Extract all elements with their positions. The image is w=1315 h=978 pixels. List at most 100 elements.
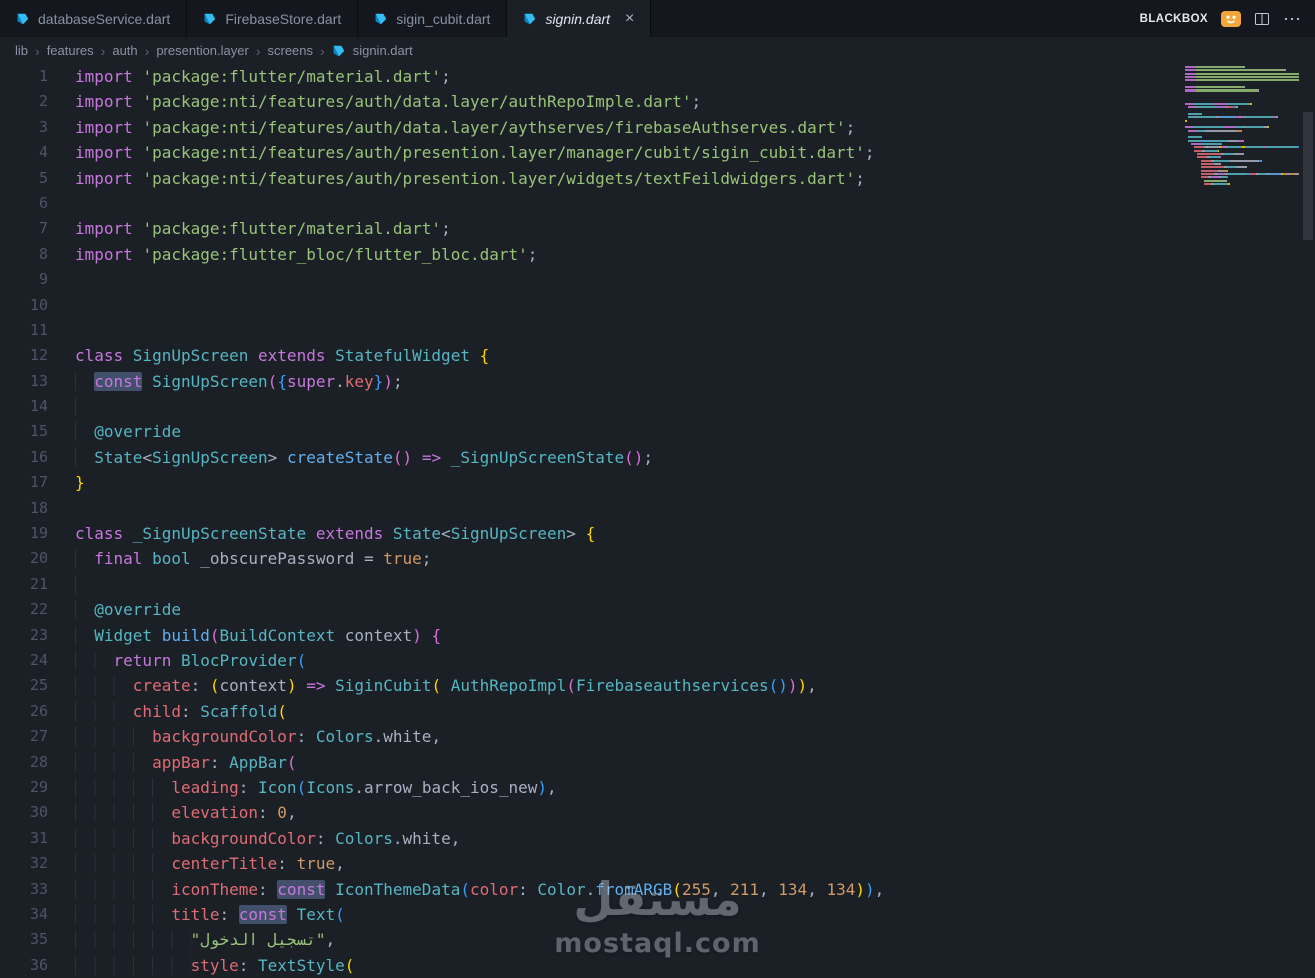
indent-guide [75, 777, 172, 797]
tab-FirebaseStore.dart[interactable]: FirebaseStore.dart [187, 0, 359, 37]
breadcrumb-item-screens[interactable]: screens [268, 43, 314, 58]
code-token: ( [460, 879, 470, 899]
code-token: style [190, 955, 239, 975]
code-line: 5 import 'package:nti/features/auth/prese… [0, 166, 1315, 191]
minimap-line [1185, 166, 1299, 169]
code-token: Icon [258, 777, 297, 797]
code-line: 28 appBar: AppBar( [0, 750, 1315, 775]
breadcrumb-item-features[interactable]: features [47, 43, 94, 58]
indent-guide [75, 600, 95, 620]
minimap-line [1185, 162, 1299, 166]
code-token: arrow_back_ios_new [364, 777, 538, 797]
code-area[interactable]: 1 import 'package:flutter/material.dart';… [0, 64, 1315, 978]
indent-guide [75, 650, 114, 670]
line-number: 17 [29, 473, 48, 492]
code-token: ) [787, 676, 798, 696]
code-token: ) [633, 447, 644, 467]
code-line: 8 import 'package:flutter_bloc/flutter_bl… [0, 242, 1315, 267]
code-token: , [807, 879, 827, 899]
code-line: 32 centerTitle: true, [0, 851, 1315, 876]
blackbox-icon[interactable] [1221, 10, 1241, 28]
indent-guide [75, 854, 172, 874]
close-tab-icon[interactable]: × [625, 10, 634, 27]
minimap[interactable] [1185, 66, 1299, 186]
breadcrumb-separator: › [320, 42, 325, 59]
code-token: @override [94, 422, 181, 442]
scrollbar-thumb[interactable] [1303, 112, 1313, 240]
breadcrumb-item-lib[interactable]: lib [15, 43, 28, 58]
code-token: _SignUpScreenState [132, 524, 316, 544]
blackbox-label: BLACKBOX [1139, 12, 1208, 25]
minimap-line [1185, 102, 1299, 105]
code-token: 134 [778, 879, 808, 899]
code-token: true [383, 549, 422, 569]
code-line: 10 [0, 293, 1315, 318]
tab-sigin_cubit.dart[interactable]: sigin_cubit.dart [358, 0, 508, 37]
line-number: 28 [29, 752, 48, 771]
code-token: Colors [335, 828, 393, 848]
code-token: ) [778, 676, 788, 696]
line-number: 5 [38, 168, 48, 187]
line-number: 14 [29, 397, 48, 416]
code-token: SignUpScreen [450, 524, 567, 544]
code-token: import [75, 219, 143, 239]
line-number: 16 [29, 447, 48, 466]
code-token: import [75, 117, 143, 137]
code-token: white [402, 828, 451, 848]
code-token: : [238, 777, 259, 797]
line-number: 29 [29, 777, 48, 796]
breadcrumb-item-presention.layer[interactable]: presention.layer [156, 43, 249, 58]
minimap-line [1185, 123, 1299, 125]
tab-databaseService.dart[interactable]: databaseService.dart [0, 0, 188, 37]
code-token: ) [537, 777, 548, 797]
line-number: 3 [38, 117, 48, 136]
dart-icon [16, 12, 30, 26]
indent-guide [75, 676, 133, 696]
code-token: BlocProvider [180, 650, 297, 670]
code-token: fromARGB [595, 879, 673, 899]
code-token: import [75, 92, 143, 112]
minimap-line [1185, 173, 1299, 176]
code-line: 34 title: const Text( [0, 902, 1315, 927]
code-token: iconTheme [171, 879, 259, 899]
code-token: : [238, 955, 259, 975]
minimap-line [1185, 136, 1299, 139]
code-token: ( [672, 879, 682, 899]
code-line: 33 iconTheme: const IconThemeData(color:… [0, 877, 1315, 902]
tab-signin.dart[interactable]: signin.dart × [507, 0, 652, 37]
breadcrumb-item-auth[interactable]: auth [112, 43, 137, 58]
minimap-line [1185, 89, 1299, 92]
line-number: 36 [29, 955, 48, 974]
code-token: } [75, 473, 85, 493]
code-token: = [364, 549, 384, 569]
line-number: 12 [29, 346, 48, 365]
line-number: 7 [38, 219, 48, 238]
code-token: white [383, 727, 432, 747]
code-line: 35 "تسجيل الدخول", [0, 927, 1315, 952]
code-token: State [94, 447, 143, 467]
minimap-line [1185, 79, 1299, 82]
indent-guide [75, 625, 95, 645]
minimap-line [1185, 69, 1299, 72]
code-token: TextStyle [258, 955, 345, 975]
code-token: : [518, 879, 538, 899]
code-line: 19 class _SignUpScreenState extends State… [0, 521, 1315, 546]
line-number: 19 [29, 524, 48, 543]
line-number: 20 [29, 549, 48, 568]
code-token: ) [412, 625, 422, 645]
code-token: , [874, 879, 885, 899]
more-actions-icon[interactable]: ⋯ [1283, 10, 1301, 28]
code-token: : [219, 904, 239, 924]
code-line: 16 State<SignUpScreen> createState() => … [0, 445, 1315, 470]
code-token: build [161, 625, 210, 645]
scrollbar[interactable] [1301, 64, 1315, 978]
line-number: 6 [38, 193, 48, 212]
indent-guide [75, 727, 153, 747]
code-token: ( [267, 371, 278, 391]
split-editor-icon[interactable] [1254, 11, 1270, 27]
breadcrumb-item-signin.dart[interactable]: signin.dart [353, 43, 413, 58]
code-line: 17} [0, 470, 1315, 495]
code-token: ; [441, 219, 451, 239]
code-token: ) [855, 879, 865, 899]
